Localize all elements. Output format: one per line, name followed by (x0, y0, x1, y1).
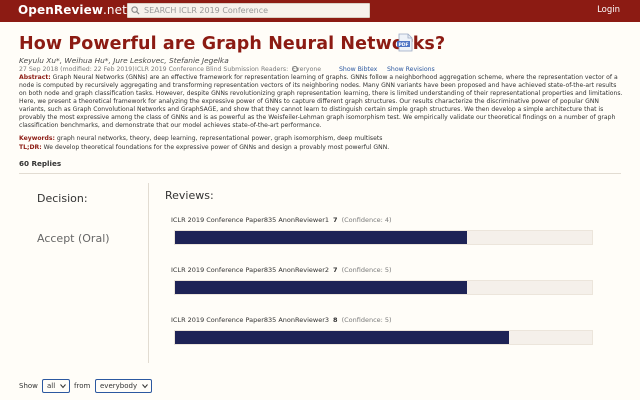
chevron-down-icon (142, 384, 148, 389)
replies-count: 60 Replies (19, 159, 62, 168)
rating-bar-fill (175, 231, 467, 244)
keywords: Keywords: graph neural networks, theory,… (19, 135, 382, 142)
login-link[interactable]: Login (597, 5, 620, 15)
rating-bar-track (174, 330, 593, 345)
keywords-text: graph neural networks, theory, deep lear… (56, 135, 383, 142)
brand-main: OpenReview (18, 3, 104, 17)
decision-panel: Decision: Accept (Oral) (19, 183, 149, 363)
tldr-label: TL;DR: (19, 144, 42, 151)
rating-bar-fill (175, 331, 509, 344)
review-item[interactable]: ICLR 2019 Conference Paper835 AnonReview… (171, 316, 595, 356)
readers-value: Everyone (292, 66, 322, 73)
review-rating: 7 (333, 216, 338, 224)
from-label: from (74, 382, 91, 390)
rating-bar-track (174, 230, 593, 245)
reviews-heading: Reviews: (165, 189, 214, 202)
divider (19, 173, 621, 174)
reviewer-name: ICLR 2019 Conference Paper835 AnonReview… (171, 216, 330, 224)
top-navbar: OpenReview.net SEARCH ICLR 2019 Conferen… (0, 0, 640, 22)
date-text: 27 Sep 2018 (modified: 22 Feb 2019) (19, 66, 135, 73)
rating-bar-track (174, 280, 593, 295)
abstract: Abstract: Graph Neural Networks (GNNs) a… (19, 74, 625, 130)
from-select-value: everybody (100, 382, 138, 390)
tldr-text: We develop theoretical foundations for t… (43, 144, 390, 151)
author-list[interactable]: Keyulu Xu*, Weihua Hu*, Jure Leskovec, S… (19, 56, 229, 65)
brand-logo[interactable]: OpenReview.net (18, 3, 127, 17)
review-rating: 7 (333, 266, 338, 274)
abstract-text: Graph Neural Networks (GNNs) are an effe… (19, 74, 623, 129)
show-revisions-link[interactable]: Show Revisions (387, 66, 435, 73)
search-placeholder: SEARCH ICLR 2019 Conference (144, 6, 269, 15)
readers-label: Readers: (261, 66, 289, 73)
keywords-label: Keywords: (19, 135, 55, 142)
review-item[interactable]: ICLR 2019 Conference Paper835 AnonReview… (171, 266, 595, 306)
decision-value: Accept (Oral) (37, 232, 110, 245)
review-title: ICLR 2019 Conference Paper835 AnonReview… (171, 316, 392, 324)
review-confidence: (Confidence: 5) (341, 266, 392, 274)
svg-text:PDF: PDF (398, 42, 408, 48)
rating-bar-fill (175, 281, 467, 294)
review-rating: 8 (333, 316, 338, 324)
pdf-icon[interactable]: PDF (396, 33, 414, 52)
review-confidence: (Confidence: 4) (341, 216, 392, 224)
page-title[interactable]: How Powerful are Graph Neural Networks? (19, 34, 445, 54)
review-title: ICLR 2019 Conference Paper835 AnonReview… (171, 266, 392, 274)
tldr: TL;DR: We develop theoretical foundation… (19, 144, 389, 151)
show-select-value: all (47, 382, 56, 390)
decision-label: Decision: (37, 192, 88, 205)
venue-text: ICLR 2019 Conference Blind Submission (135, 66, 259, 73)
reviewer-name: ICLR 2019 Conference Paper835 AnonReview… (171, 316, 330, 324)
abstract-label: Abstract: (19, 74, 51, 81)
review-title: ICLR 2019 Conference Paper835 AnonReview… (171, 216, 392, 224)
reply-filters: Show all from everybody (19, 379, 319, 394)
search-input[interactable]: SEARCH ICLR 2019 Conference (127, 3, 370, 18)
review-confidence: (Confidence: 5) (341, 316, 392, 324)
reviewer-name: ICLR 2019 Conference Paper835 AnonReview… (171, 266, 330, 274)
brand-suffix: .net (103, 3, 127, 17)
show-bibtex-link[interactable]: Show Bibtex (339, 66, 377, 73)
from-select[interactable]: everybody (95, 379, 152, 393)
chevron-down-icon (60, 384, 66, 389)
show-label: Show (19, 382, 38, 390)
search-icon (131, 6, 140, 15)
review-item[interactable]: ICLR 2019 Conference Paper835 AnonReview… (171, 216, 595, 256)
show-select[interactable]: all (42, 379, 70, 393)
